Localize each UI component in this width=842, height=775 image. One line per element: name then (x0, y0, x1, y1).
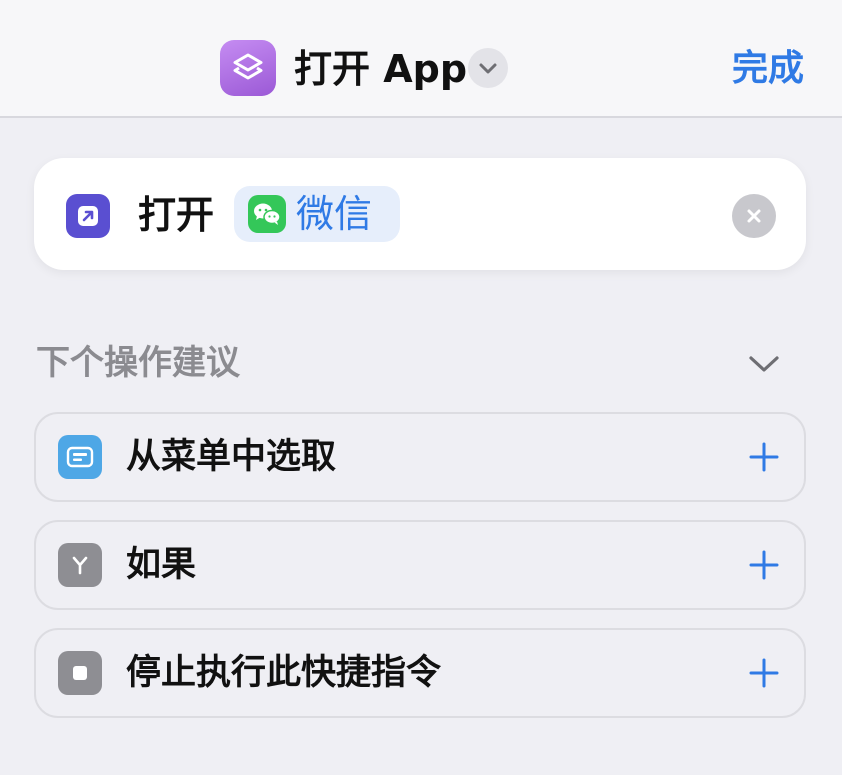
navigation-bar: 打开 App 完成 (0, 0, 842, 118)
suggestion-if[interactable]: 如果 (34, 520, 806, 610)
done-button[interactable]: 完成 (732, 44, 804, 94)
clear-button[interactable] (732, 194, 776, 238)
open-app-icon (66, 194, 110, 238)
suggestion-label: 停止执行此快捷指令 (126, 653, 442, 693)
if-branch-icon (58, 543, 102, 587)
chevron-down-icon[interactable] (744, 344, 784, 384)
wechat-icon (248, 195, 286, 233)
chevron-down-icon[interactable] (468, 48, 508, 88)
add-icon[interactable] (744, 653, 784, 693)
suggestion-stop-shortcut[interactable]: 停止执行此快捷指令 (34, 628, 806, 718)
shortcuts-layers-icon[interactable] (220, 40, 276, 96)
suggestion-label: 如果 (126, 545, 197, 585)
close-icon (747, 209, 761, 223)
choose-from-menu-icon (58, 435, 102, 479)
page-title[interactable]: 打开 App (294, 44, 467, 94)
stop-icon (58, 651, 102, 695)
app-parameter-token[interactable]: 微信 (234, 186, 400, 242)
shortcut-editor: 打开 App 完成 打开 微信 下个操作建议 从菜单中选取 如果 停止执行此快捷… (0, 0, 842, 775)
action-verb-label: 打开 (138, 193, 215, 237)
app-name-label: 微信 (296, 192, 373, 236)
add-icon[interactable] (744, 437, 784, 477)
suggestion-label: 从菜单中选取 (126, 437, 337, 477)
add-icon[interactable] (744, 545, 784, 585)
suggestions-heading: 下个操作建议 (36, 343, 240, 383)
suggestion-choose-from-menu[interactable]: 从菜单中选取 (34, 412, 806, 502)
open-app-action-card[interactable]: 打开 微信 (34, 158, 806, 270)
